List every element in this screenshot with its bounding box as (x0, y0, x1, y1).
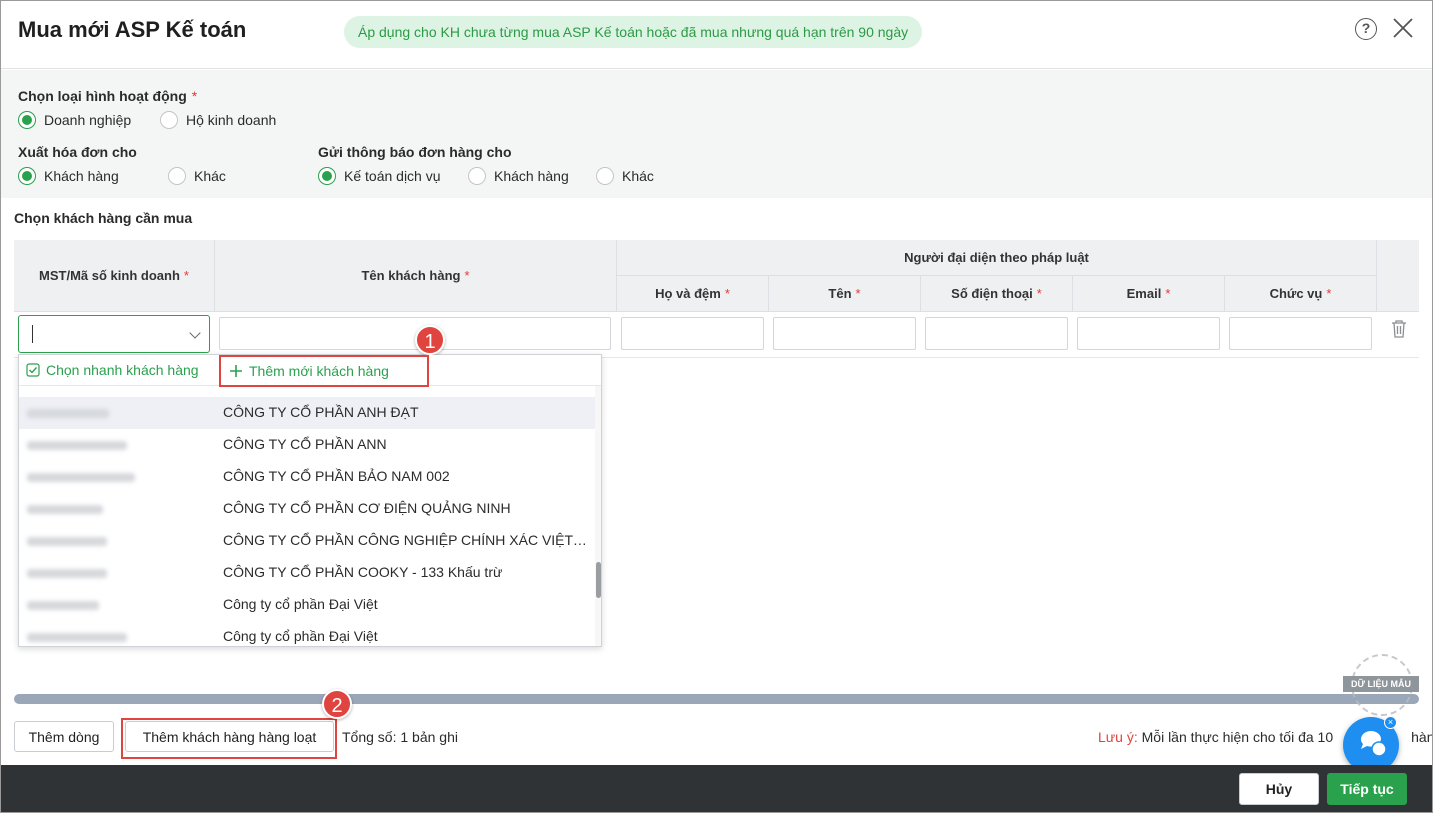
step-2-badge: 2 (322, 689, 352, 719)
list-item[interactable]: CÔNG TY CỔ PHẦN COOKY - 133 Khấu trừ (19, 557, 595, 589)
col-position: Chức vụ * (1225, 276, 1377, 312)
col-phone: Số điện thoại * (921, 276, 1073, 312)
phone-input[interactable] (925, 317, 1068, 350)
dialog: Mua mới ASP Kế toán Áp dụng cho KH chưa … (0, 0, 1433, 813)
cancel-button[interactable]: Hủy (1239, 773, 1319, 805)
dialog-footer (1, 765, 1432, 812)
dialog-header: Mua mới ASP Kế toán Áp dụng cho KH chưa … (1, 1, 1432, 69)
list-item[interactable]: Công ty cổ phần Đại Việt (19, 589, 595, 621)
redacted-tax-code (27, 409, 109, 418)
radio-selected-icon (18, 167, 36, 185)
close-icon[interactable] (1392, 17, 1414, 39)
help-icon[interactable]: ? (1355, 18, 1377, 40)
activity-type-label: Chọn loại hình hoạt động * (18, 88, 198, 104)
col-mst: MST/Mã số kinh doanh * (14, 240, 215, 312)
dialog-title: Mua mới ASP Kế toán (18, 17, 247, 42)
checkbox-check-icon (26, 363, 40, 377)
radio-empty-icon (468, 167, 486, 185)
customer-table: MST/Mã số kinh doanh * Tên khách hàng * Ng… (14, 240, 1419, 358)
redacted-tax-code (27, 441, 127, 450)
bulk-add-customers-button[interactable]: Thêm khách hàng hàng loạt (125, 721, 334, 752)
total-records: Tổng số: 1 bản ghi (342, 729, 458, 745)
redacted-tax-code (27, 505, 103, 514)
col-last-middle: Họ và đệm * (617, 276, 769, 312)
col-actions (1377, 240, 1419, 312)
radio-notify-ke-toan[interactable]: Kế toán dịch vụ (318, 167, 441, 185)
invoice-for-label: Xuất hóa đơn cho (18, 144, 137, 160)
eligibility-notice: Áp dụng cho KH chưa từng mua ASP Kế toán… (344, 16, 923, 48)
list-item[interactable]: CÔNG TY CỔ PHẦN CÔNG NGHIỆP CHÍNH XÁC VI… (19, 525, 595, 557)
col-first: Tên * (769, 276, 921, 312)
list-item[interactable]: Công ty cổ phần Đại Việt (19, 621, 595, 646)
notify-for-label: Gửi thông báo đơn hàng cho (318, 144, 512, 160)
list-item[interactable]: CÔNG TY CỔ PHẦN ANN (19, 429, 595, 461)
add-row-button[interactable]: Thêm dòng (14, 721, 114, 752)
list-item[interactable]: CÔNG TY CỔ PHẦN BẢO NAM 002 (19, 461, 595, 493)
customer-list: CÔNG TY CỔ PHẦN ANH ĐẠT CÔNG TY CỔ PHẦN … (19, 383, 595, 646)
dropdown-scroll-thumb[interactable] (596, 562, 601, 598)
step-1-badge: 1 (415, 325, 445, 355)
chat-close-icon[interactable]: × (1384, 716, 1397, 729)
redacted-tax-code (27, 569, 107, 578)
continue-button[interactable]: Tiếp tục (1327, 773, 1407, 805)
position-input[interactable] (1229, 317, 1372, 350)
redacted-tax-code (27, 473, 135, 482)
radio-invoice-khac[interactable]: Khác (168, 167, 226, 185)
redacted-tax-code (27, 537, 107, 546)
customer-section-title: Chọn khách hàng cần mua (14, 210, 193, 226)
quick-select-customer[interactable]: Chọn nhanh khách hàng (26, 362, 199, 378)
col-representative: Người đại diện theo pháp luật (617, 240, 1377, 276)
col-name: Tên khách hàng * (215, 240, 617, 312)
radio-notify-khac[interactable]: Khác (596, 167, 654, 185)
radio-doanh-nghiep[interactable]: Doanh nghiệp (18, 111, 131, 129)
radio-empty-icon (168, 167, 186, 185)
trash-icon[interactable] (1390, 319, 1408, 339)
plus-icon (230, 365, 242, 377)
redacted-tax-code (27, 633, 127, 642)
dropdown-toolbar: Chọn nhanh khách hàng Thêm mới khách hàn… (19, 355, 601, 387)
sample-data-label: DỮ LIỆU MẪU (1343, 676, 1419, 692)
radio-ho-kinh-doanh[interactable]: Hộ kinh doanh (160, 111, 276, 129)
dropdown-scroll-track[interactable] (595, 386, 601, 646)
radio-invoice-khach-hang[interactable]: Khách hàng (18, 167, 119, 185)
email-input[interactable] (1077, 317, 1220, 350)
table-horizontal-scrollbar[interactable] (14, 694, 1419, 704)
chevron-down-icon[interactable] (189, 327, 201, 339)
radio-empty-icon (160, 111, 178, 129)
text-caret (32, 325, 33, 343)
first-name-input[interactable] (773, 317, 916, 350)
col-email: Email * (1073, 276, 1225, 312)
last-middle-input[interactable] (621, 317, 764, 350)
customer-dropdown: Chọn nhanh khách hàng Thêm mới khách hàn… (18, 354, 602, 647)
radio-notify-khach-hang[interactable]: Khách hàng (468, 167, 569, 185)
list-item[interactable]: CÔNG TY CỔ PHẦN CƠ ĐIỆN QUẢNG NINH (19, 493, 595, 525)
mst-combobox[interactable] (18, 315, 210, 353)
add-new-customer-button[interactable]: Thêm mới khách hàng (219, 355, 429, 387)
list-item[interactable]: CÔNG TY CỔ PHẦN ANH ĐẠT (19, 397, 595, 429)
radio-selected-icon (318, 167, 336, 185)
radio-selected-icon (18, 111, 36, 129)
options-panel: Chọn loại hình hoạt động * Doanh nghiệp H… (1, 70, 1432, 198)
redacted-tax-code (27, 601, 99, 610)
radio-empty-icon (596, 167, 614, 185)
